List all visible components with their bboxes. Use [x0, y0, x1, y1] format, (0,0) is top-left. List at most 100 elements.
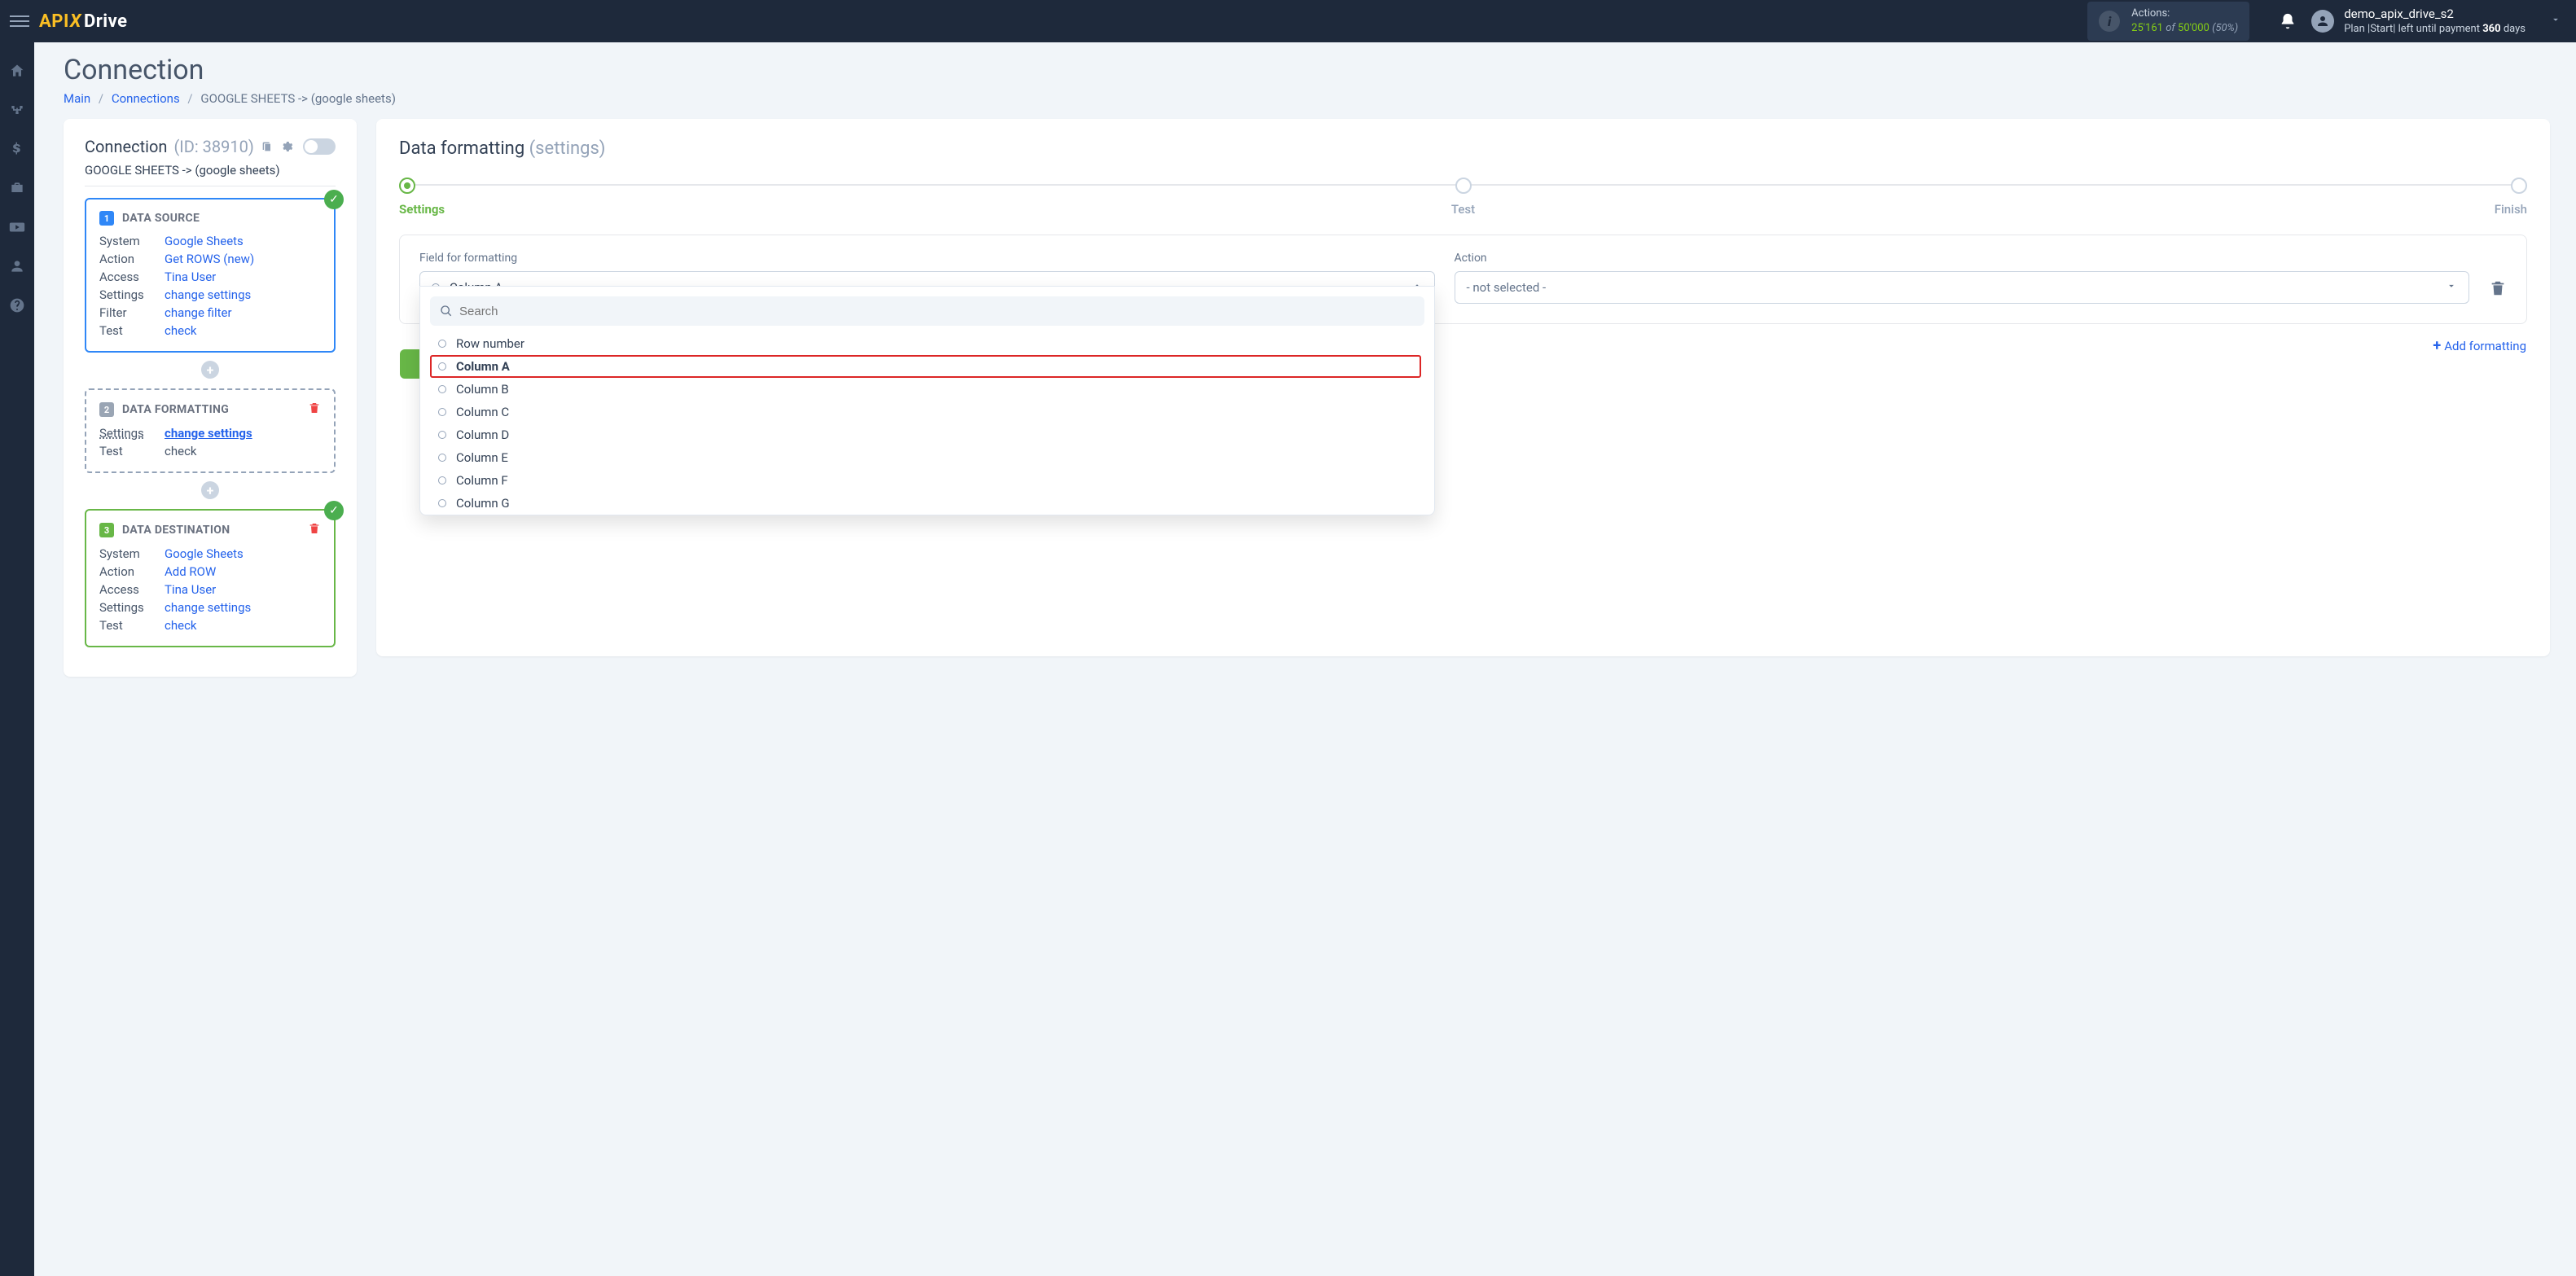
crumb-connections[interactable]: Connections — [112, 91, 180, 106]
logo[interactable]: APIXDrive — [39, 11, 128, 32]
chevron-down-icon — [2550, 13, 2561, 29]
kv-value[interactable]: check — [165, 618, 321, 633]
kv-key: Settings — [99, 287, 165, 302]
dropdown-option-label: Column C — [456, 405, 509, 419]
check-icon: ✓ — [324, 190, 344, 209]
kv-key: Filter — [99, 305, 165, 320]
kv-source: SystemGoogle SheetsActionGet ROWS (new)A… — [99, 234, 321, 338]
kv-value[interactable]: Google Sheets — [165, 546, 321, 561]
step-settings[interactable]: Settings — [399, 177, 1108, 217]
dropdown-option-label: Column G — [456, 496, 510, 511]
dropdown-option-label: Column B — [456, 382, 509, 397]
rail-account[interactable] — [0, 249, 34, 283]
connection-toggle[interactable] — [303, 138, 336, 155]
plan-line: Plan |Start| left until payment 360 days — [2344, 22, 2526, 37]
card-title: DATA FORMATTING — [122, 403, 229, 416]
kv-value[interactable]: Google Sheets — [165, 234, 321, 248]
radio-icon — [438, 499, 446, 507]
panel-title: Data formatting (settings) — [399, 138, 2527, 159]
connection-header: Connection (ID: 38910) — [85, 137, 336, 156]
kv-key: System — [99, 234, 165, 248]
kv-value[interactable]: Tina User — [165, 582, 321, 597]
dropdown-option[interactable]: Column F — [430, 469, 1421, 492]
dropdown-option[interactable]: Column C — [430, 401, 1421, 423]
connection-subtitle: GOOGLE SHEETS -> (google sheets) — [85, 163, 336, 186]
crumb-current: GOOGLE SHEETS -> (google sheets) — [200, 91, 396, 106]
field-dropdown: Row number Column A Column B Column C Column… — [419, 286, 1435, 515]
card-title: DATA SOURCE — [122, 212, 200, 225]
kv-destination: SystemGoogle SheetsActionAdd ROWAccessTi… — [99, 546, 321, 633]
rail-billing[interactable] — [0, 132, 34, 166]
kv-value[interactable]: change settings — [165, 426, 321, 441]
dropdown-option[interactable]: Column A — [430, 355, 1421, 378]
kv-value[interactable]: change filter — [165, 305, 321, 320]
card-num: 3 — [99, 523, 114, 537]
kv-value[interactable]: change settings — [165, 600, 321, 615]
user-meta: demo_apix_drive_s2 Plan |Start| left unt… — [2344, 6, 2526, 37]
kv-value[interactable]: Tina User — [165, 270, 321, 284]
add-step-button[interactable]: + — [201, 361, 219, 379]
card-data-destination: ✓ 3 DATA DESTINATION SystemGoogle Sheets… — [85, 509, 336, 647]
rail-briefcase[interactable] — [0, 171, 34, 205]
card-num: 2 — [99, 402, 114, 417]
main: Connection Main / Connections / GOOGLE S… — [34, 42, 2576, 1276]
kv-key: System — [99, 546, 165, 561]
stepper: Settings Test Finish — [399, 177, 2527, 217]
kv-value[interactable]: check — [165, 323, 321, 338]
add-formatting-button[interactable]: + Add formatting — [2433, 337, 2526, 354]
step-test[interactable]: Test — [1108, 178, 1818, 217]
trash-icon[interactable] — [308, 401, 321, 418]
radio-icon — [438, 454, 446, 462]
dropdown-option[interactable]: Column B — [430, 378, 1421, 401]
logo-drive: Drive — [84, 11, 128, 32]
dropdown-option[interactable]: Column D — [430, 423, 1421, 446]
topbar: APIXDrive i Actions: 25'161 of 50'000 (5… — [0, 0, 2576, 42]
kv-key: Settings — [99, 600, 165, 615]
kv-key: Action — [99, 252, 165, 266]
kv-value[interactable]: Get ROWS (new) — [165, 252, 321, 266]
kv-key: Access — [99, 582, 165, 597]
page-title: Connection — [64, 54, 2550, 86]
user-menu[interactable]: demo_apix_drive_s2 Plan |Start| left unt… — [2311, 6, 2566, 37]
info-icon: i — [2099, 11, 2120, 32]
kv-value[interactable]: Add ROW — [165, 564, 321, 579]
action-col: Action - not selected - — [1455, 252, 2470, 304]
rail-home[interactable] — [0, 54, 34, 88]
kv-key: Test — [99, 618, 165, 633]
action-select[interactable]: - not selected - — [1455, 271, 2470, 304]
dropdown-option-label: Column E — [456, 450, 508, 465]
kv-value: check — [165, 444, 321, 458]
chevron-down-icon — [2446, 280, 2457, 295]
add-step-button[interactable]: + — [201, 481, 219, 499]
kv-value[interactable]: change settings — [165, 287, 321, 302]
dropdown-option[interactable]: Row number — [430, 332, 1421, 355]
format-body: Field for formatting Column A — [399, 235, 2527, 324]
actions-total: 50'000 — [2178, 22, 2210, 34]
radio-icon — [438, 408, 446, 416]
crumb-main[interactable]: Main — [64, 91, 90, 106]
dropdown-option-label: Row number — [456, 336, 524, 351]
connection-panel: Connection (ID: 38910) GOOGLE SHEETS -> … — [64, 119, 357, 677]
bell-icon[interactable] — [2279, 12, 2297, 30]
username: demo_apix_drive_s2 — [2344, 6, 2526, 22]
connection-id: (ID: 38910) — [173, 137, 253, 156]
logo-api: API — [39, 11, 69, 32]
actions-of: of — [2166, 22, 2175, 34]
radio-icon — [438, 476, 446, 485]
gear-icon[interactable] — [280, 140, 293, 153]
rail-help[interactable] — [0, 288, 34, 322]
actions-used: 25'161 — [2131, 22, 2163, 34]
dropdown-option[interactable]: Column E — [430, 446, 1421, 469]
trash-icon[interactable] — [308, 522, 321, 538]
search-wrap — [430, 296, 1424, 326]
dropdown-option[interactable]: Column G — [430, 492, 1421, 511]
rail-video[interactable] — [0, 210, 34, 244]
copy-icon[interactable] — [261, 140, 274, 153]
radio-icon — [438, 385, 446, 393]
step-finish[interactable]: Finish — [1818, 178, 2527, 217]
rail-connections[interactable] — [0, 93, 34, 127]
actions-counter[interactable]: i Actions: 25'161 of 50'000 (50%) — [2087, 2, 2249, 40]
row-trash-icon[interactable] — [2489, 279, 2507, 297]
menu-toggle[interactable] — [10, 11, 29, 31]
search-input[interactable] — [459, 305, 1415, 318]
